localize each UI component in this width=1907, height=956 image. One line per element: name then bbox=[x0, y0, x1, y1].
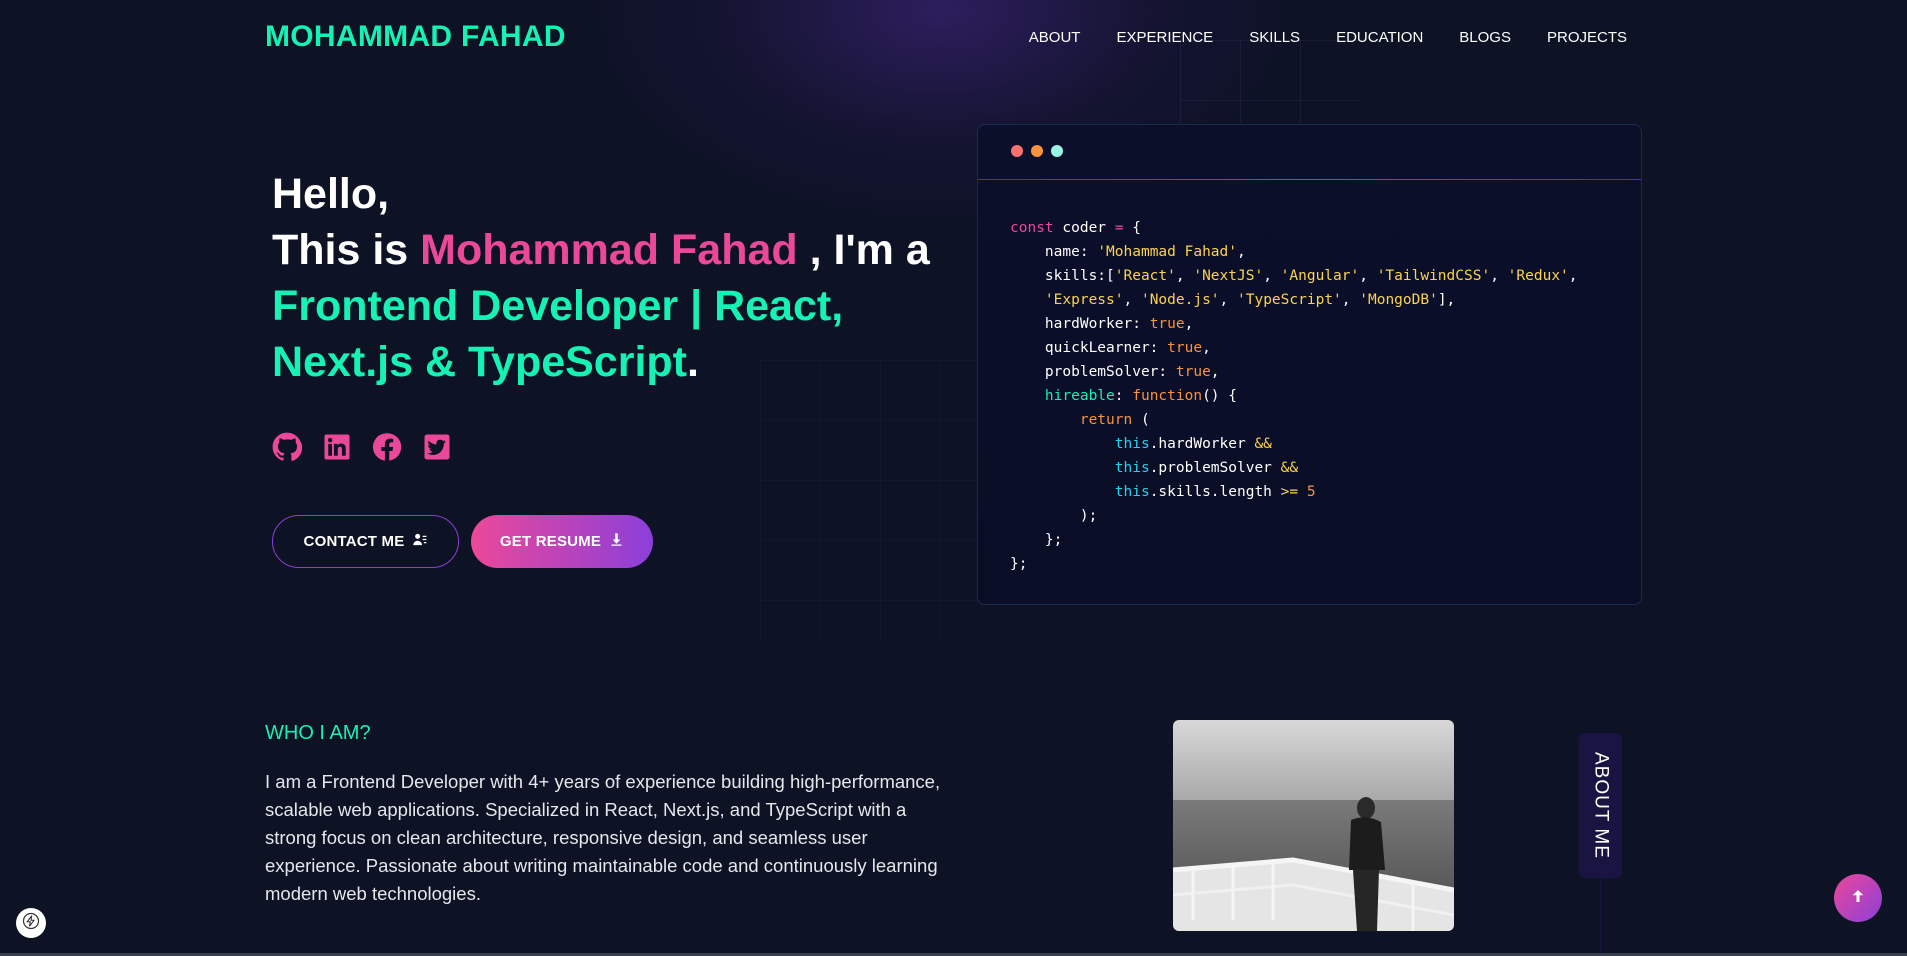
facebook-icon[interactable] bbox=[372, 432, 402, 462]
about-me-tab[interactable]: ABOUT ME bbox=[1579, 733, 1622, 878]
about-description: I am a Frontend Developer with 4+ years … bbox=[265, 771, 941, 904]
hero-role: Frontend Developer | React, Next.js & Ty… bbox=[272, 282, 844, 386]
hero-period: . bbox=[687, 338, 699, 386]
download-icon bbox=[609, 532, 624, 551]
lightning-icon bbox=[22, 912, 40, 935]
social-links bbox=[272, 432, 452, 462]
github-icon[interactable] bbox=[272, 432, 303, 462]
get-resume-label: GET RESUME bbox=[499, 533, 602, 550]
code-window: const coder = { name: 'Mohammad Fahad', … bbox=[977, 124, 1642, 605]
scroll-to-top-button[interactable] bbox=[1834, 874, 1882, 922]
nav-link-skills[interactable]: SKILLS bbox=[1249, 29, 1300, 46]
dev-tools-button[interactable] bbox=[16, 908, 46, 938]
nav-link-about[interactable]: ABOUT bbox=[1029, 29, 1081, 46]
hero-name: Mohammad Fahad bbox=[420, 226, 798, 274]
profile-photo-image bbox=[1173, 720, 1454, 931]
hero-intro: Hello, This is Mohammad Fahad , I'm a Fr… bbox=[272, 166, 992, 390]
get-resume-button[interactable]: GET RESUME bbox=[471, 515, 653, 568]
contact-me-label: CONTACT ME bbox=[303, 533, 405, 550]
contact-me-button[interactable]: CONTACT ME bbox=[272, 515, 459, 568]
profile-photo bbox=[1173, 720, 1454, 931]
nav-link-projects[interactable]: PROJECTS bbox=[1547, 29, 1627, 46]
background-grid bbox=[760, 360, 1000, 640]
window-dot-red bbox=[1011, 145, 1023, 157]
window-dots bbox=[1011, 145, 1063, 157]
hero-heading: Hello, This is Mohammad Fahad , I'm a Fr… bbox=[272, 166, 992, 390]
nav-link-education[interactable]: EDUCATION bbox=[1336, 29, 1423, 46]
linkedin-icon[interactable] bbox=[322, 432, 352, 462]
hero-actions: CONTACT ME GET RESUME bbox=[272, 515, 653, 568]
window-dot-green bbox=[1051, 145, 1063, 157]
nav-link-experience[interactable]: EXPERIENCE bbox=[1116, 29, 1213, 46]
hero-hello: Hello, bbox=[272, 170, 390, 218]
top-navbar: MOHAMMAD FAHAD ABOUT EXPERIENCE SKILLS E… bbox=[0, 0, 1907, 76]
twitter-icon[interactable] bbox=[422, 432, 452, 462]
code-snippet: const coder = { name: 'Mohammad Fahad', … bbox=[1010, 220, 1578, 572]
about-tab-connector bbox=[1600, 878, 1601, 956]
nav-links: ABOUT EXPERIENCE SKILLS EDUCATION BLOGS … bbox=[1029, 29, 1627, 46]
about-me-tab-label: ABOUT ME bbox=[1590, 752, 1612, 859]
hero-this-is: This is bbox=[272, 226, 421, 274]
about-heading: WHO I AM? bbox=[265, 722, 371, 744]
code-window-titlebar bbox=[978, 125, 1641, 180]
nav-link-blogs[interactable]: BLOGS bbox=[1459, 29, 1511, 46]
window-dot-orange bbox=[1031, 145, 1043, 157]
hero-im-a: , I'm a bbox=[797, 226, 930, 274]
brand-logo[interactable]: MOHAMMAD FAHAD bbox=[265, 20, 566, 54]
arrow-up-icon bbox=[1849, 887, 1867, 910]
user-contact-icon bbox=[412, 532, 427, 551]
